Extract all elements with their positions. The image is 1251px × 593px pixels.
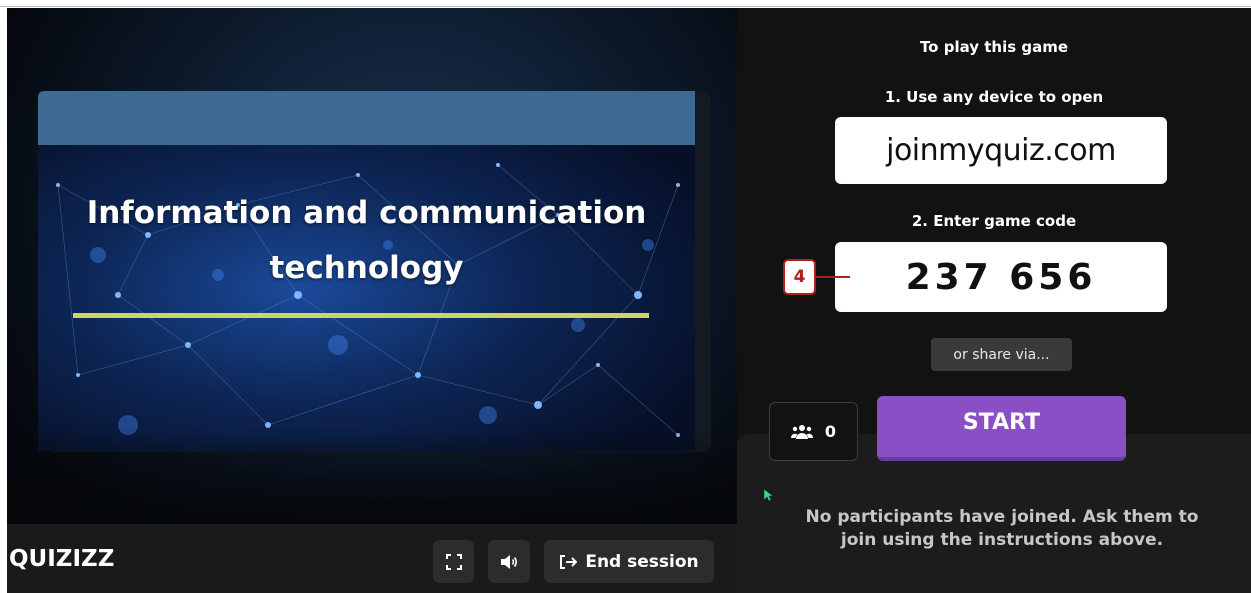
exit-icon — [560, 554, 578, 569]
slide-header-band — [38, 91, 695, 145]
slide-preview: Information and communication technology — [38, 91, 695, 451]
presentation-pane: Information and communication technology… — [7, 8, 737, 593]
fullscreen-button[interactable] — [433, 540, 474, 583]
mouse-cursor-icon — [763, 488, 773, 502]
participant-count-badge: 0 — [769, 402, 858, 461]
quizizz-logo: QUIZIZZ — [9, 546, 115, 572]
slide-title: Information and communication technology — [38, 186, 695, 296]
slide-underline — [73, 313, 649, 318]
users-icon — [790, 424, 813, 439]
join-step-2: 2. Enter game code — [911, 212, 1077, 230]
join-step-1: 1. Use any device to open — [884, 88, 1104, 106]
slide-title-line-2: technology — [269, 250, 464, 286]
slide-title-line-1: Information and communication — [86, 195, 647, 231]
game-code: 237 656 — [835, 242, 1167, 312]
volume-icon — [501, 554, 517, 569]
participant-count: 0 — [824, 422, 837, 441]
fullscreen-icon — [445, 553, 462, 570]
annotation-pointer-line — [816, 276, 850, 278]
no-participants-message: No participants have joined. Ask them to… — [805, 507, 1199, 550]
start-button[interactable]: START — [877, 396, 1126, 461]
join-heading: To play this game — [919, 38, 1069, 56]
window-top-border — [0, 0, 1251, 7]
presenter-toolbar: QUIZIZZ End session — [7, 524, 737, 593]
annotation-marker: 4 — [783, 259, 816, 295]
end-session-button[interactable]: End session — [544, 540, 714, 583]
slide-fade — [7, 428, 737, 528]
join-url: joinmyquiz.com — [835, 117, 1167, 184]
join-instructions-pane: To play this game 1. Use any device to o… — [737, 8, 1251, 593]
share-via-button[interactable]: or share via... — [931, 338, 1072, 371]
volume-button[interactable] — [488, 540, 530, 583]
end-session-label: End session — [585, 551, 699, 572]
